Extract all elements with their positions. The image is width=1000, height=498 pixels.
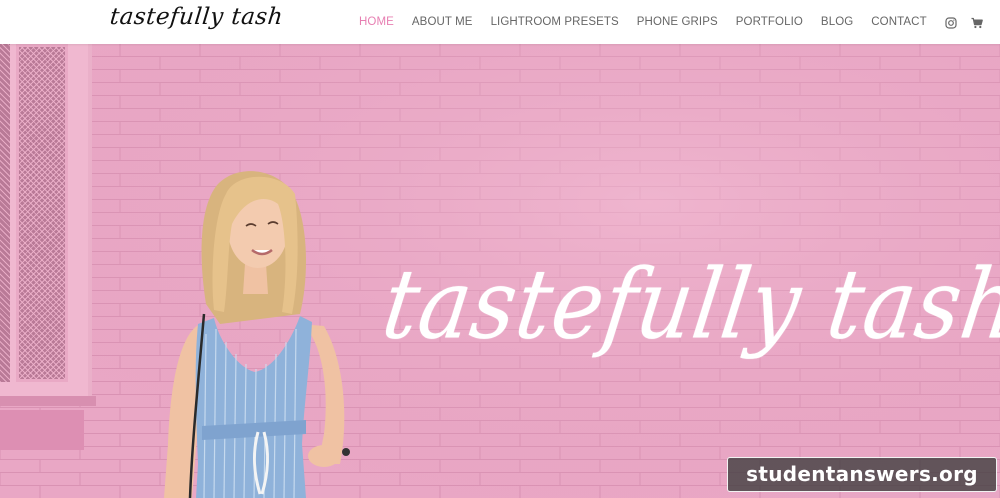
nav-phone-grips[interactable]: PHONE GRIPS — [637, 16, 718, 28]
window-frame — [0, 44, 92, 396]
nav-lightroom-presets[interactable]: LIGHTROOM PRESETS — [491, 16, 619, 28]
main-nav: HOME ABOUT ME LIGHTROOM PRESETS PHONE GR… — [359, 15, 997, 29]
nav-contact[interactable]: CONTACT — [871, 16, 926, 28]
site-header: tastefully tash HOME ABOUT ME LIGHTROOM … — [0, 0, 1000, 44]
nav-about-me[interactable]: ABOUT ME — [412, 16, 473, 28]
watermark-badge: studentanswers.org — [727, 457, 997, 492]
hero-banner: tastefully tash — [0, 44, 1000, 498]
site-logo[interactable]: tastefully tash — [109, 4, 285, 30]
woman-photo — [164, 171, 350, 498]
window-grille-left — [0, 44, 10, 382]
nav-portfolio[interactable]: PORTFOLIO — [736, 16, 803, 28]
hero-script-title: tastefully tash — [376, 249, 1000, 361]
wall-ledge — [0, 410, 84, 450]
nav-blog[interactable]: BLOG — [821, 16, 853, 28]
window-sill — [0, 396, 96, 406]
shopping-cart-icon[interactable] — [971, 16, 983, 29]
window-grille — [16, 44, 68, 382]
instagram-icon[interactable] — [945, 16, 957, 29]
nav-home[interactable]: HOME — [359, 16, 394, 28]
